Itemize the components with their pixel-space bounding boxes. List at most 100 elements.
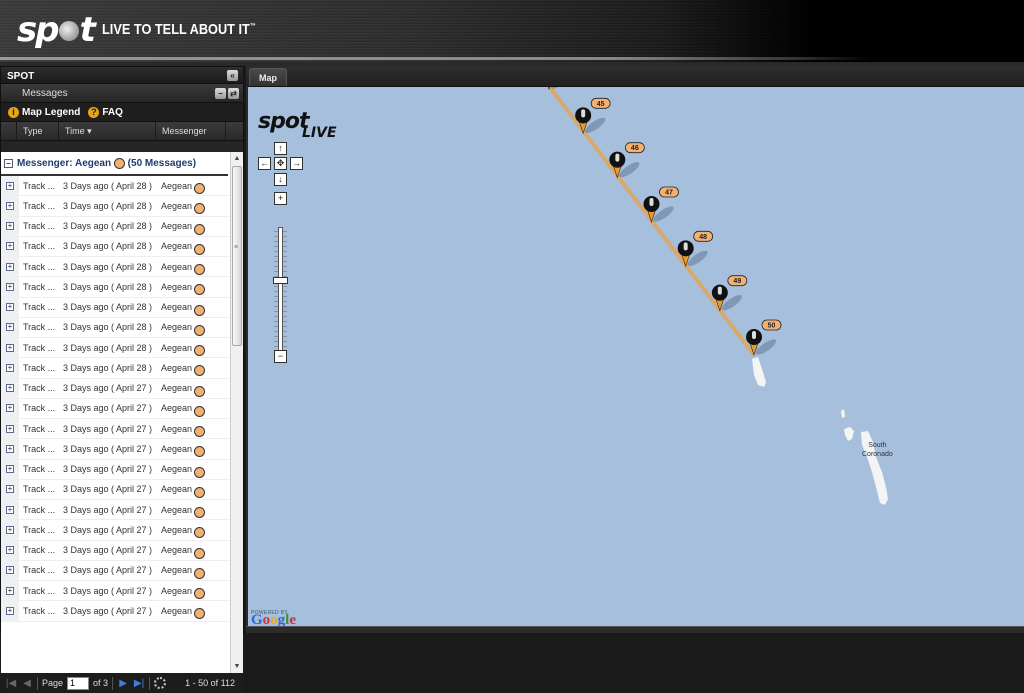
row-expander[interactable]: + — [1, 419, 19, 439]
column-messenger[interactable]: Messenger — [156, 122, 226, 140]
track-marker[interactable]: 44 — [541, 87, 576, 91]
row-expander[interactable]: + — [1, 398, 19, 418]
row-expander[interactable]: + — [1, 581, 19, 601]
expand-row-icon[interactable]: + — [6, 282, 14, 291]
refresh-button[interactable]: ⇄ — [228, 88, 239, 99]
spot-logo[interactable]: sp t LIVE TO TELL ABOUT IT™ — [17, 2, 283, 57]
message-row[interactable]: + Track ... 3 Days ago ( April 27 ) Aegean — [1, 378, 230, 399]
message-row[interactable]: + Track ... 3 Days ago ( April 27 ) Aegean — [1, 479, 230, 500]
pan-center-button[interactable]: ✥ — [274, 157, 287, 170]
expand-row-icon[interactable]: + — [6, 586, 14, 595]
scroll-thumb[interactable] — [232, 166, 242, 346]
expand-row-icon[interactable]: + — [6, 343, 14, 352]
pan-left-button[interactable]: ← — [258, 157, 271, 170]
row-expander[interactable]: + — [1, 297, 19, 317]
tab-map[interactable]: Map — [249, 68, 287, 86]
zoom-in-button[interactable]: + — [274, 192, 287, 205]
message-row[interactable]: + Track ... 3 Days ago ( April 27 ) Aegean — [1, 398, 230, 419]
expand-row-icon[interactable]: + — [6, 465, 14, 474]
message-row[interactable]: + Track ... 3 Days ago ( April 28 ) Aegean — [1, 236, 230, 257]
row-expander[interactable]: + — [1, 196, 19, 216]
row-expander[interactable]: + — [1, 277, 19, 297]
expand-row-icon[interactable]: + — [6, 566, 14, 575]
zoom-out-button[interactable]: − — [274, 350, 287, 363]
last-page-button[interactable]: ▶| — [133, 678, 145, 689]
message-row[interactable]: + Track ... 3 Days ago ( April 28 ) Aegean — [1, 338, 230, 359]
expand-row-icon[interactable]: + — [6, 525, 14, 534]
expand-row-icon[interactable]: + — [6, 505, 14, 514]
next-page-button[interactable]: ▶ — [117, 678, 129, 689]
first-page-button[interactable]: |◀ — [5, 678, 17, 689]
map-canvas[interactable]: 44 45 46 47 48 49 50 spot LIVE ↑ ← ✥ → ↓ + − S… — [248, 86, 1024, 626]
prev-page-button[interactable]: ◀ — [21, 678, 33, 689]
expand-row-icon[interactable]: + — [6, 222, 14, 231]
message-row[interactable]: + Track ... 3 Days ago ( April 27 ) Aegean — [1, 520, 230, 541]
message-row[interactable]: + Track ... 3 Days ago ( April 27 ) Aegean — [1, 540, 230, 561]
message-row[interactable]: + Track ... 3 Days ago ( April 28 ) Aegean — [1, 176, 230, 197]
expand-row-icon[interactable]: + — [6, 384, 14, 393]
expand-row-icon[interactable]: + — [6, 303, 14, 312]
expand-row-icon[interactable]: + — [6, 242, 14, 251]
message-row[interactable]: + Track ... 3 Days ago ( April 27 ) Aegean — [1, 560, 230, 581]
message-row[interactable]: + Track ... 3 Days ago ( April 28 ) Aegean — [1, 297, 230, 318]
message-row[interactable]: + Track ... 3 Days ago ( April 28 ) Aegean — [1, 257, 230, 278]
message-row[interactable]: + Track ... 3 Days ago ( April 27 ) Aegean — [1, 459, 230, 480]
expand-row-icon[interactable]: + — [6, 485, 14, 494]
row-expander[interactable]: + — [1, 500, 19, 520]
zoom-slider-thumb[interactable] — [273, 277, 288, 285]
row-expander[interactable]: + — [1, 378, 19, 398]
message-row[interactable]: + Track ... 3 Days ago ( April 27 ) Aegean — [1, 581, 230, 602]
row-expander[interactable]: + — [1, 439, 19, 459]
expand-row-icon[interactable]: + — [6, 424, 14, 433]
row-expander[interactable]: + — [1, 216, 19, 236]
row-expander[interactable]: + — [1, 317, 19, 337]
expand-row-icon[interactable]: + — [6, 363, 14, 372]
expand-row-icon[interactable]: + — [6, 181, 14, 190]
expand-row-icon[interactable]: + — [6, 323, 14, 332]
expand-row-icon[interactable]: + — [6, 262, 14, 271]
message-row[interactable]: + Track ... 3 Days ago ( April 28 ) Aegean — [1, 317, 230, 338]
column-type[interactable]: Type — [17, 122, 59, 140]
row-expander[interactable]: + — [1, 257, 19, 277]
row-expander[interactable]: + — [1, 459, 19, 479]
message-row[interactable]: + Track ... 3 Days ago ( April 27 ) Aegean — [1, 419, 230, 440]
pan-down-button[interactable]: ↓ — [274, 173, 287, 186]
expand-row-icon[interactable]: + — [6, 404, 14, 413]
expand-row-icon[interactable]: + — [6, 444, 14, 453]
message-row[interactable]: + Track ... 3 Days ago ( April 28 ) Aegean — [1, 358, 230, 379]
zoom-slider-track[interactable] — [278, 227, 283, 360]
row-expander[interactable]: + — [1, 236, 19, 256]
expand-row-icon[interactable]: + — [6, 201, 14, 210]
message-row[interactable]: + Track ... 3 Days ago ( April 28 ) Aegean — [1, 196, 230, 217]
row-expander[interactable]: + — [1, 520, 19, 540]
expand-row-icon[interactable]: + — [6, 546, 14, 555]
pan-up-button[interactable]: ↑ — [274, 142, 287, 155]
messenger-group-row[interactable]: − Messenger: Aegean (50 Messages) — [1, 152, 228, 176]
map-legend-link[interactable]: i Map Legend — [8, 106, 80, 118]
message-row[interactable]: + Track ... 3 Days ago ( April 27 ) Aegean — [1, 439, 230, 460]
message-row[interactable]: + Track ... 3 Days ago ( April 28 ) Aegean — [1, 216, 230, 237]
row-expander[interactable]: + — [1, 560, 19, 580]
grid-scrollbar[interactable]: ▲ ≡ ▼ — [230, 152, 243, 673]
collapse-group-icon[interactable]: − — [4, 158, 13, 168]
message-row[interactable]: + Track ... 3 Days ago ( April 27 ) Aegean — [1, 500, 230, 521]
minimize-button[interactable]: − — [215, 88, 226, 99]
google-logo[interactable]: Google — [251, 612, 296, 626]
faq-link[interactable]: ? FAQ — [88, 106, 123, 118]
row-expander[interactable]: + — [1, 601, 19, 621]
row-expander[interactable]: + — [1, 176, 19, 196]
row-expander[interactable]: + — [1, 358, 19, 378]
row-expander[interactable]: + — [1, 479, 19, 499]
expand-row-icon[interactable]: + — [6, 606, 14, 615]
page-number-input[interactable] — [67, 676, 90, 690]
scroll-down-arrow[interactable]: ▼ — [231, 660, 243, 673]
collapse-panel-button[interactable]: « — [227, 70, 238, 81]
message-row[interactable]: + Track ... 3 Days ago ( April 27 ) Aegean — [1, 601, 230, 622]
scroll-up-arrow[interactable]: ▲ — [231, 152, 243, 165]
column-time[interactable]: Time ▾ — [59, 122, 156, 140]
message-row[interactable]: + Track ... 3 Days ago ( April 28 ) Aegean — [1, 277, 230, 298]
row-expander[interactable]: + — [1, 540, 19, 560]
pan-right-button[interactable]: → — [290, 157, 303, 170]
refresh-icon[interactable] — [154, 677, 167, 689]
row-expander[interactable]: + — [1, 338, 19, 358]
